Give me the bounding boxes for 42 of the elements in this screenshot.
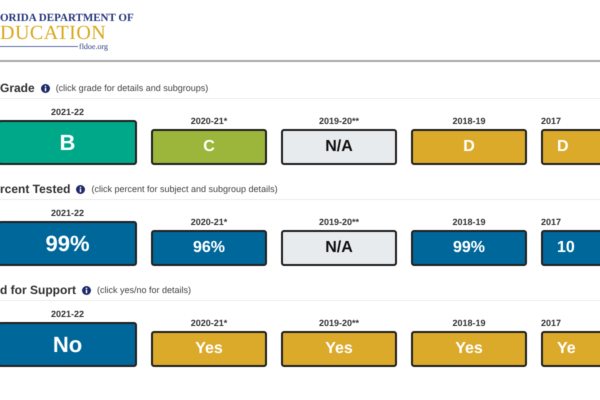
score-tile[interactable]: 96%: [151, 230, 267, 266]
info-icon[interactable]: [40, 84, 50, 92]
section-title: rcent Tested: [0, 182, 70, 196]
info-icon[interactable]: [82, 286, 91, 294]
year-label: 2021-22: [50, 107, 84, 117]
section-hint: (click yes/no for details): [96, 285, 192, 295]
score-tile[interactable]: N/A: [281, 129, 397, 165]
year-label: 2019-20**: [318, 116, 360, 126]
score-tile[interactable]: 10: [541, 230, 600, 266]
year-label: 2017: [541, 318, 562, 328]
year-label: 2017: [541, 217, 562, 227]
score-tile[interactable]: D: [541, 129, 600, 165]
section-title: d for Support: [0, 283, 76, 297]
score-tile[interactable]: B: [0, 120, 137, 165]
score-tile[interactable]: Yes: [281, 331, 397, 367]
year-label: 2017: [541, 116, 562, 126]
score-tile[interactable]: Yes: [151, 331, 267, 367]
score-tile[interactable]: D: [411, 129, 527, 165]
year-label: 2020-21*: [190, 318, 228, 328]
logo-site: fldoe.org: [79, 42, 108, 51]
score-tile[interactable]: No: [0, 322, 137, 367]
year-label: 2021-22: [50, 309, 84, 319]
year-label: 2018-19: [452, 116, 486, 126]
year-label: 2020-21*: [190, 217, 228, 227]
section-hint: (click percent for subject and subgroup details): [91, 184, 278, 194]
year-label: 2018-19: [452, 217, 486, 227]
year-label: 2019-20**: [318, 318, 360, 328]
section-hint: (click grade for details and subgroups): [56, 83, 208, 93]
year-label: 2019-20**: [318, 217, 360, 227]
score-tile[interactable]: N/A: [281, 230, 397, 266]
logo-wordmark: DUCATION: [0, 24, 106, 42]
score-tile[interactable]: Ye: [541, 331, 600, 367]
score-tile[interactable]: Yes: [411, 331, 527, 367]
section-title: Grade: [0, 81, 35, 95]
logo-title: ORIDA DEPARTMENT OF: [0, 12, 134, 24]
score-tile[interactable]: C: [151, 129, 267, 165]
score-tile[interactable]: 99%: [0, 221, 137, 266]
year-label: 2021-22: [50, 208, 84, 218]
year-label: 2020-21*: [190, 116, 228, 126]
info-icon[interactable]: [76, 184, 86, 194]
score-tile[interactable]: 99%: [411, 230, 527, 266]
year-label: 2018-19: [452, 318, 486, 328]
